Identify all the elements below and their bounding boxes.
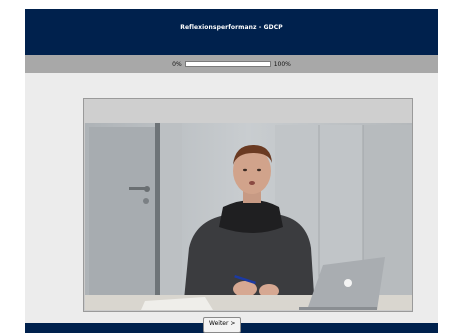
video-player[interactable] xyxy=(83,98,413,312)
progress-section: 0% 100% xyxy=(25,55,438,73)
page-title: Reflexionsperformanz - GDCP xyxy=(180,23,283,31)
header-bar: Reflexionsperformanz - GDCP xyxy=(25,9,438,55)
progress-bar xyxy=(184,61,271,67)
survey-page: Reflexionsperformanz - GDCP 0% 100% xyxy=(25,9,438,333)
progress-label-start: 0% xyxy=(172,60,182,68)
next-button[interactable]: Weiter > xyxy=(203,317,242,333)
video-frame[interactable] xyxy=(85,123,412,310)
video-still-image xyxy=(85,123,412,310)
video-top-area xyxy=(84,99,412,123)
progress-label-end: 100% xyxy=(273,60,291,68)
